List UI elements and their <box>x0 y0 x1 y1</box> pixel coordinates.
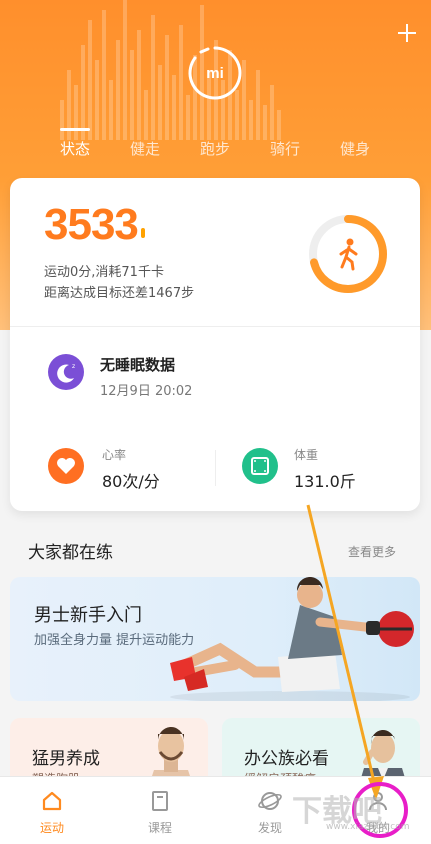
nav-label: 运动 <box>39 821 64 835</box>
course-title: 男士新手入门 <box>34 605 142 626</box>
profile-icon <box>369 792 387 811</box>
heart-rate-value[interactable]: 80次/分 <box>102 468 160 492</box>
tab-running[interactable]: 跑步 <box>200 138 230 159</box>
step-count[interactable]: 3533 <box>44 200 139 250</box>
tab-indicator <box>60 128 90 131</box>
tab-walking[interactable]: 健走 <box>130 138 160 159</box>
sleep-timestamp: 12月9日 20:02 <box>100 384 193 399</box>
athlete-image <box>170 577 414 701</box>
walking-person-icon <box>339 238 358 271</box>
home-icon <box>42 791 62 811</box>
course-title: 猛男养成 <box>32 749 100 769</box>
add-button[interactable] <box>393 22 421 50</box>
status-card: 3533 运动0分,消耗71千卡 距离达成目标还差1467步 z 无睡眠数据 1… <box>10 178 420 511</box>
heart-icon <box>48 448 84 484</box>
course-book-icon <box>152 791 168 811</box>
weight-value[interactable]: 131.0斤 <box>294 468 356 492</box>
plus-icon <box>398 24 416 42</box>
stat-divider <box>215 450 216 486</box>
scale-icon <box>242 448 278 484</box>
activity-tabs: 状态 健走 跑步 骑行 健身 <box>0 128 431 168</box>
see-more-link[interactable]: 查看更多 <box>348 543 396 560</box>
nav-profile[interactable]: 我的 <box>338 777 418 844</box>
goal-remaining: 距离达成目标还差1467步 <box>44 286 195 301</box>
sleep-moon-icon: z <box>48 354 84 390</box>
weight-label: 体重 <box>294 448 319 462</box>
tab-cycling[interactable]: 骑行 <box>270 138 300 159</box>
step-goal-ring[interactable] <box>306 212 390 296</box>
mi-logo: mi <box>188 46 242 100</box>
nav-courses[interactable]: 课程 <box>120 777 200 844</box>
planet-icon <box>258 792 282 810</box>
card-divider <box>10 326 420 327</box>
tab-status[interactable]: 状态 <box>60 138 90 159</box>
section-title: 大家都在练 <box>28 543 113 563</box>
nav-label: 我的 <box>365 821 390 835</box>
nav-sport[interactable]: 运动 <box>12 777 92 844</box>
activity-summary: 运动0分,消耗71千卡 <box>44 265 164 280</box>
svg-text:mi: mi <box>206 65 224 82</box>
tab-fitness[interactable]: 健身 <box>340 138 370 159</box>
course-card-beginner[interactable]: 男士新手入门 加强全身力量 提升运动能力 <box>10 577 420 701</box>
bottom-nav: 运动 课程 发现 我的 <box>0 776 431 844</box>
svg-text:z: z <box>72 363 75 370</box>
heart-rate-label: 心率 <box>102 448 127 462</box>
sleep-status[interactable]: 无睡眠数据 <box>100 354 175 375</box>
battery-icon <box>141 228 145 238</box>
course-title: 办公族必看 <box>244 749 329 769</box>
nav-label: 课程 <box>147 821 172 835</box>
nav-label: 发现 <box>257 821 282 835</box>
nav-discover[interactable]: 发现 <box>230 777 310 844</box>
